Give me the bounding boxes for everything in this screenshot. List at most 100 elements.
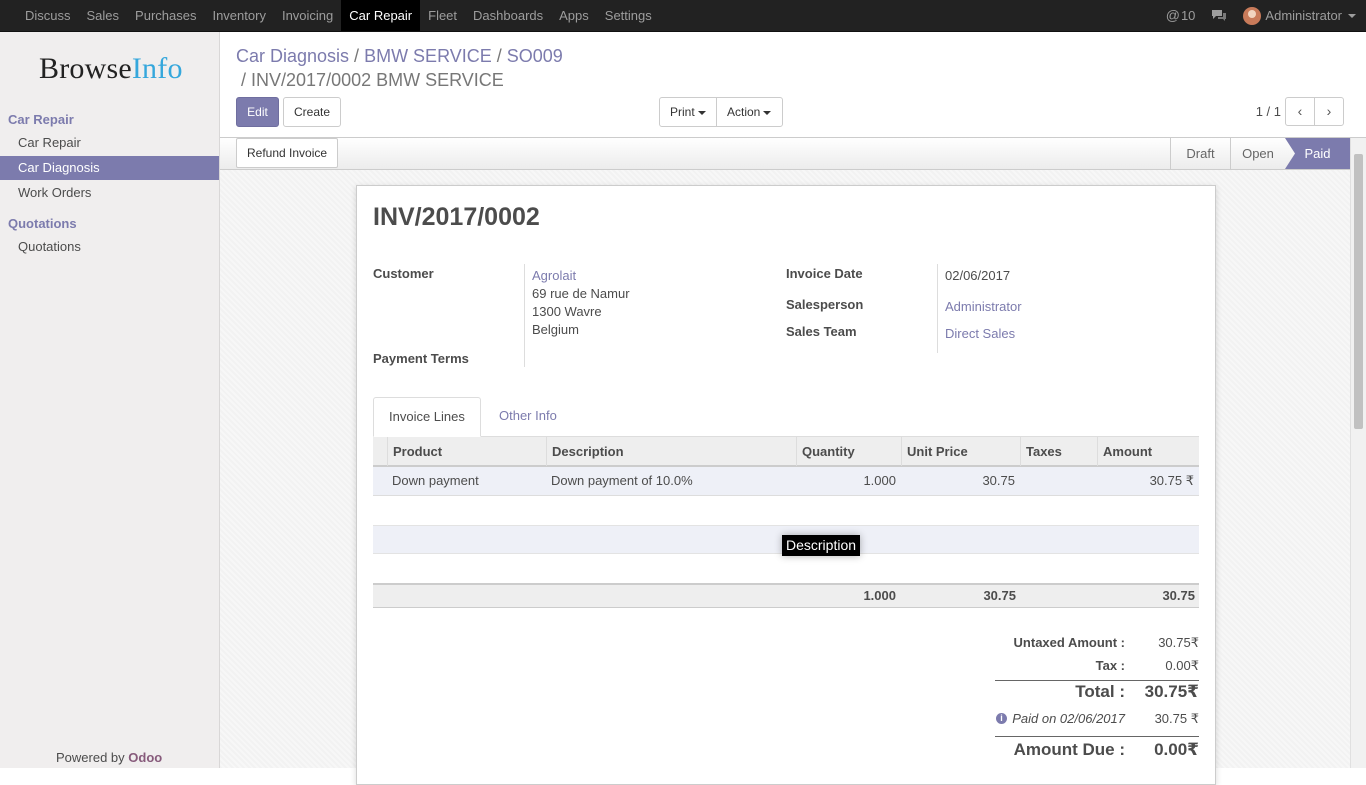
menu-sales[interactable]: Sales <box>79 0 128 31</box>
at-icon: @ <box>1165 7 1180 23</box>
breadcrumb-separator: / <box>349 46 365 66</box>
create-button[interactable]: Create <box>283 97 341 127</box>
sidebar-item-car-repair[interactable]: Car Repair <box>0 131 219 155</box>
pager-value[interactable]: 1 / 1 <box>1256 104 1281 119</box>
field-divider <box>524 264 525 367</box>
menu-fleet[interactable]: Fleet <box>420 0 465 31</box>
avatar-icon <box>1243 6 1262 25</box>
menu-settings[interactable]: Settings <box>597 0 660 31</box>
column-taxes[interactable]: Taxes <box>1020 437 1097 466</box>
salesperson-link[interactable]: Administrator <box>945 299 1022 314</box>
table-footer: 1.000 30.75 30.75 <box>373 583 1199 608</box>
menu-inventory[interactable]: Inventory <box>204 0 273 31</box>
user-menu[interactable]: Administrator <box>1235 0 1366 31</box>
control-panel: Car Diagnosis / BMW SERVICE / SO009 / IN… <box>220 32 1366 138</box>
chevron-right-icon: › <box>1326 103 1332 119</box>
total-label: Total : <box>1075 682 1125 701</box>
paid-amount: 30.75 ₹ <box>1154 711 1199 726</box>
untaxed-amount-label: Untaxed Amount : <box>1013 635 1125 650</box>
stage-paid[interactable]: Paid <box>1285 138 1350 169</box>
action-label: Action <box>727 105 761 119</box>
company-logo[interactable]: BrowseInfo <box>39 52 183 86</box>
table-row[interactable]: Down payment Down payment of 10.0% 1.000… <box>373 467 1199 496</box>
odoo-link[interactable]: Odoo <box>128 750 162 765</box>
status-bar: Refund Invoice Draft Open Paid <box>220 138 1350 170</box>
mentions-count: 10 <box>1180 8 1196 23</box>
sidebar-section-car-repair[interactable]: Car Repair <box>8 112 74 127</box>
totals-separator <box>995 736 1199 737</box>
breadcrumb-bmw-service[interactable]: BMW SERVICE <box>364 46 492 66</box>
breadcrumb: Car Diagnosis / BMW SERVICE / SO009 / IN… <box>236 44 836 92</box>
chat-icon <box>1212 10 1227 21</box>
breadcrumb-so009[interactable]: SO009 <box>507 46 563 66</box>
stage-draft[interactable]: Draft <box>1170 138 1230 169</box>
systray: @ 10 Administrator <box>1158 0 1366 31</box>
sales-team-label: Sales Team <box>786 324 857 339</box>
pager-previous-button[interactable]: ‹ <box>1285 97 1315 126</box>
scrollbar[interactable] <box>1350 138 1366 768</box>
edit-button[interactable]: Edit <box>236 97 279 127</box>
footer-quantity: 1.000 <box>863 588 896 603</box>
mentions-button[interactable]: @ 10 <box>1158 0 1204 31</box>
salesperson-label: Salesperson <box>786 297 864 312</box>
tab-invoice-lines[interactable]: Invoice Lines <box>373 397 481 437</box>
sidebar-item-car-diagnosis[interactable]: Car Diagnosis <box>0 156 219 180</box>
action-dropdown[interactable]: Action <box>716 97 783 127</box>
cell-taxes <box>1020 467 1092 495</box>
breadcrumb-car-diagnosis[interactable]: Car Diagnosis <box>236 46 349 66</box>
invoice-date-value: 02/06/2017 <box>945 268 1011 283</box>
tooltip: Description <box>782 535 861 556</box>
pager-next-button[interactable]: › <box>1314 97 1344 126</box>
column-amount[interactable]: Amount <box>1097 437 1199 466</box>
cell-description: Down payment of 10.0% <box>551 473 693 488</box>
field-divider <box>937 264 938 353</box>
print-dropdown[interactable]: Print <box>659 97 717 127</box>
invoice-date-label: Invoice Date <box>786 266 863 281</box>
customer-address-line3: Belgium <box>532 322 579 337</box>
menu-invoicing[interactable]: Invoicing <box>274 0 341 31</box>
sidebar-item-quotations[interactable]: Quotations <box>0 235 219 259</box>
sidebar-section-quotations[interactable]: Quotations <box>8 216 77 231</box>
caret-down-icon <box>1348 13 1356 18</box>
column-quantity[interactable]: Quantity <box>796 437 901 466</box>
menu-purchases[interactable]: Purchases <box>127 0 204 31</box>
tax-label: Tax : <box>1095 658 1125 673</box>
scrollbar-thumb[interactable] <box>1354 154 1363 429</box>
logo-text-browse: Browse <box>39 52 132 85</box>
user-name: Administrator <box>1265 8 1342 23</box>
tax-value: 0.00₹ <box>1165 658 1199 673</box>
logo-text-info: Info <box>131 52 183 85</box>
menu-car-repair[interactable]: Car Repair <box>341 0 421 31</box>
menu-apps[interactable]: Apps <box>551 0 597 31</box>
stage-open[interactable]: Open <box>1230 138 1285 169</box>
column-unit-price[interactable]: Unit Price <box>901 437 1020 466</box>
cell-amount: 30.75 ₹ <box>1149 473 1194 488</box>
cell-unit-price: 30.75 <box>982 473 1015 488</box>
caret-down-icon <box>763 110 772 115</box>
breadcrumb-separator: / <box>236 70 252 90</box>
powered-by: Powered by Odoo <box>56 750 162 765</box>
menu-discuss[interactable]: Discuss <box>17 0 79 31</box>
amount-due-label: Amount Due : <box>1013 740 1125 759</box>
customer-link[interactable]: Agrolait <box>532 268 576 283</box>
column-product[interactable]: Product <box>387 437 547 466</box>
sidebar: BrowseInfo Car Repair Car Repair Car Dia… <box>0 32 220 768</box>
chevron-left-icon: ‹ <box>1297 103 1303 119</box>
amount-due-value: 0.00₹ <box>1154 740 1199 759</box>
tab-other-info[interactable]: Other Info <box>484 397 572 437</box>
chat-button[interactable] <box>1203 9 1235 22</box>
totals-separator <box>995 680 1199 681</box>
caret-down-icon <box>697 110 706 115</box>
table-header: Product Description Quantity Unit Price … <box>373 437 1199 467</box>
top-navbar: Discuss Sales Purchases Inventory Invoic… <box>0 0 1366 32</box>
untaxed-amount-value: 30.75₹ <box>1158 635 1199 650</box>
cell-product: Down payment <box>392 473 479 488</box>
menu-dashboards[interactable]: Dashboards <box>465 0 551 31</box>
total-value: 30.75₹ <box>1144 682 1199 701</box>
powered-by-text: Powered by <box>56 750 125 765</box>
column-description[interactable]: Description <box>546 437 796 466</box>
sidebar-item-work-orders[interactable]: Work Orders <box>0 181 219 205</box>
customer-address-line2: 1300 Wavre <box>532 304 602 319</box>
refund-invoice-button[interactable]: Refund Invoice <box>236 138 339 168</box>
sales-team-link[interactable]: Direct Sales <box>945 326 1015 341</box>
